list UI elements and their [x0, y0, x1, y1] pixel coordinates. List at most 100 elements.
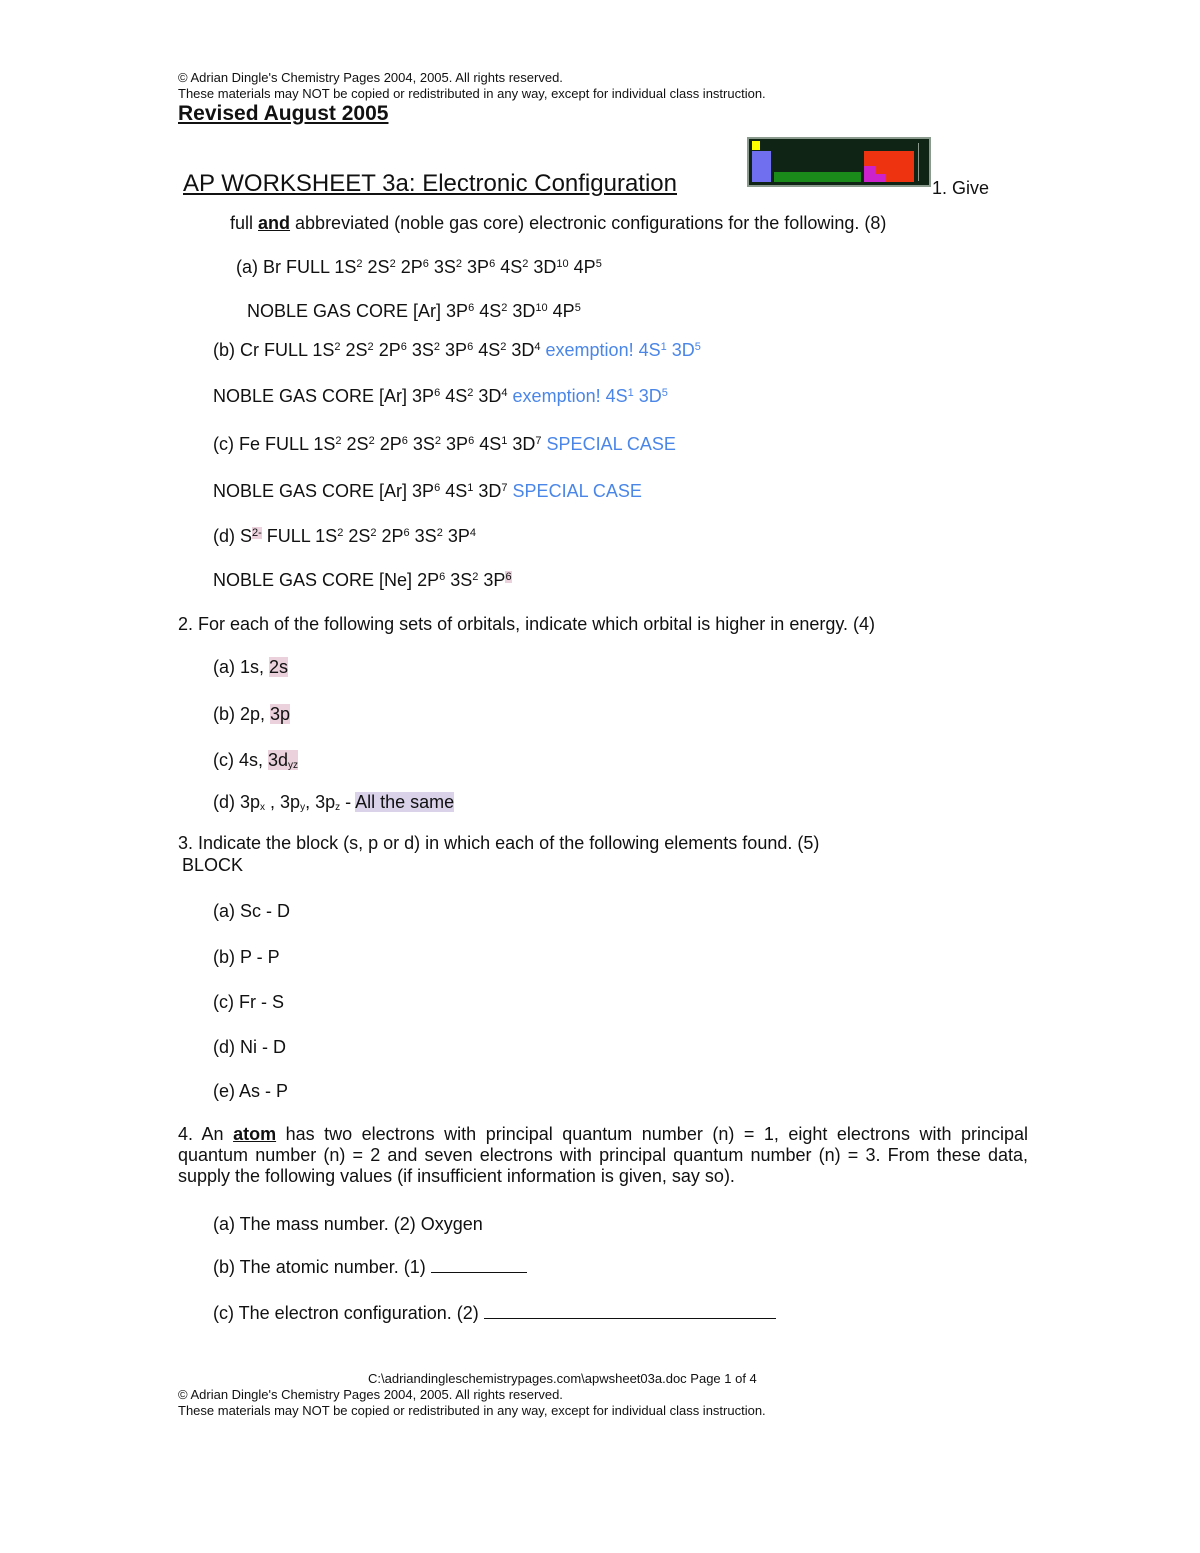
orbital-term: 3P	[445, 340, 468, 360]
q1d-label-post: FULL	[261, 526, 316, 546]
q2d-px: (d) 3p	[213, 792, 261, 812]
orbital-electrons: 2	[337, 527, 344, 539]
q1-instr-pre: full	[230, 213, 259, 233]
pt-metalloid-block	[864, 166, 876, 182]
orbital-term: 2S	[348, 526, 371, 546]
orbital-electrons: 6	[434, 387, 441, 399]
pt-s-block	[752, 151, 771, 182]
q2b-answer: 3p	[270, 704, 291, 724]
orbital-term: 2P	[381, 526, 404, 546]
q1-instruction: full and abbreviated (noble gas core) el…	[230, 212, 886, 234]
q2d-pz: , 3p	[305, 792, 336, 812]
config-note: SPECIAL CASE	[513, 481, 642, 501]
orbital-electrons: 6	[403, 527, 410, 539]
q1b-full: (b) Cr FULL 1S2 2S2 2P6 3S2 3P6 4S2 3D4 …	[213, 339, 701, 361]
orbital-electrons: 5	[574, 302, 581, 314]
orbital-electrons: 6	[468, 302, 475, 314]
orbital-electrons: 5	[661, 387, 668, 399]
q2b: (b) 2p, 3p	[213, 703, 291, 725]
q3-prompt: 3. Indicate the block (s, p or d) in whi…	[178, 833, 820, 853]
orbital-electrons: 2	[501, 302, 508, 314]
orbital-electrons: 6	[489, 258, 496, 270]
q2b-label: (b) 2p,	[213, 704, 271, 724]
q1c-core: NOBLE GAS CORE [Ar] 3P6 4S1 3D7 SPECIAL …	[213, 480, 642, 502]
q4-post: has two electrons with principal quantum…	[178, 1124, 1029, 1186]
q4b-label: (b) The atomic number. (1)	[213, 1257, 431, 1277]
orbital-term: 1S	[334, 257, 357, 277]
orbital-electrons: 1	[501, 435, 508, 447]
footer-notice: These materials may NOT be copied or red…	[178, 1403, 766, 1418]
pt-d-block	[774, 172, 861, 182]
orbital-term: 3P	[412, 386, 435, 406]
orbital-term: 4S	[445, 386, 468, 406]
orbital-electrons: 6	[401, 435, 408, 447]
orbital-term: 4S	[638, 340, 661, 360]
orbital-term: 2P	[417, 570, 440, 590]
config-note-text: exemption!	[545, 340, 639, 360]
config-label: (c) Fe FULL	[213, 434, 314, 454]
orbital-electrons: 2	[500, 341, 507, 353]
orbital-electrons: 1	[627, 387, 634, 399]
orbital-term: 3S	[450, 570, 473, 590]
q3-block-label: BLOCK	[182, 855, 244, 875]
orbital-electrons: 5	[595, 258, 602, 270]
q4-prompt: 4. An atom has two electrons with princi…	[178, 1124, 1028, 1187]
orbital-term: 3S	[414, 526, 437, 546]
orbital-electrons: 4	[501, 387, 508, 399]
q2c-answer-base: 3d	[268, 750, 289, 770]
orbital-term: 4S	[479, 434, 502, 454]
config-label: NOBLE GAS CORE [Ar]	[213, 386, 413, 406]
q1d-core-label: NOBLE GAS CORE [Ne]	[213, 570, 418, 590]
orbital-electrons: 2	[472, 571, 479, 583]
q1d-full: (d) S2- FULL 1S2 2S2 2P6 3S2 3P4	[213, 525, 476, 547]
orbital-electrons: 4	[534, 341, 541, 353]
q2a-label: (a) 1s,	[213, 657, 270, 677]
pt-noble-line	[918, 143, 919, 181]
config-label: NOBLE GAS CORE [Ar]	[247, 301, 447, 321]
orbital-electrons: 2	[522, 258, 529, 270]
orbital-term: 2S	[345, 340, 368, 360]
orbital-term: 4P	[552, 301, 575, 321]
orbital-term: 1S	[315, 526, 338, 546]
orbital-term: 4S	[500, 257, 523, 277]
orbital-term: 2P	[378, 340, 401, 360]
q2-prompt: 2. For each of the following sets of orb…	[178, 614, 876, 634]
q1d-core-last: 3P	[483, 570, 506, 590]
q3-item: (b) P - P	[213, 947, 280, 967]
q4-pre: 4. An	[178, 1124, 234, 1144]
orbital-electrons: 7	[501, 482, 508, 494]
orbital-term: 3D	[511, 340, 535, 360]
orbital-term: 3P	[447, 526, 470, 546]
periodic-table-icon	[747, 137, 931, 187]
q1-instr-emph: and	[258, 213, 291, 233]
footer-copyright: © Adrian Dingle's Chemistry Pages 2004, …	[178, 1387, 563, 1402]
orbital-term: 2S	[346, 434, 369, 454]
orbital-term: 3D	[478, 481, 502, 501]
orbital-electrons: 5	[694, 341, 701, 353]
orbital-term: 1S	[313, 434, 336, 454]
q2d-py: , 3p	[265, 792, 301, 812]
orbital-term: 2P	[400, 257, 423, 277]
orbital-term: 2P	[379, 434, 402, 454]
config-label: (a) Br FULL	[236, 257, 335, 277]
q4a: (a) The mass number. (2) Oxygen	[213, 1214, 483, 1234]
q1a-full: (a) Br FULL 1S2 2S2 2P6 3S2 3P6 4S2 3D10…	[236, 256, 602, 278]
orbital-electrons: 6	[439, 571, 446, 583]
orbital-electrons: 1	[467, 482, 474, 494]
q2c-answer-sub: yz	[288, 760, 299, 771]
orbital-term: 3P	[412, 481, 435, 501]
q1d-core-terms: 2P6 3S2	[417, 570, 483, 590]
q3-item: (e) As - P	[213, 1081, 289, 1101]
q1d-terms: 1S2 2S2 2P6 3S2 3P4	[315, 526, 476, 546]
header-notice: These materials may NOT be copied or red…	[178, 86, 766, 101]
orbital-term: 3D	[638, 386, 662, 406]
q4b-answer-blank[interactable]	[430, 1256, 527, 1273]
orbital-electrons: 10	[556, 258, 569, 270]
orbital-term: 3P	[467, 257, 490, 277]
q1c-full: (c) Fe FULL 1S2 2S2 2P6 3S2 3P6 4S1 3D7 …	[213, 433, 676, 455]
orbital-term: 3P	[446, 301, 469, 321]
q1-intro-tail: 1. Give	[932, 178, 990, 198]
q4c-answer-blank[interactable]	[483, 1302, 776, 1319]
orbital-term: 3S	[412, 434, 435, 454]
q1d-core: NOBLE GAS CORE [Ne] 2P6 3S2 3P 6	[213, 569, 512, 591]
